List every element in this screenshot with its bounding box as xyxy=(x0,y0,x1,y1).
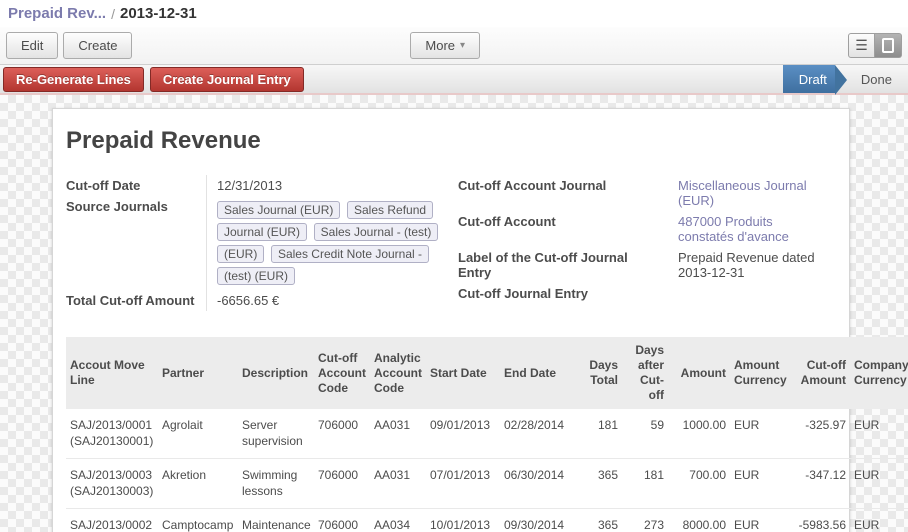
table-cell: 1000.00 xyxy=(668,409,730,459)
table-cell: Swimming lessons xyxy=(238,459,314,509)
cutoff-date-value: 12/31/2013 xyxy=(206,175,458,196)
table-cell: SAJ/2013/0003 (SAJ20130003) xyxy=(66,459,158,509)
regenerate-lines-button[interactable]: Re-Generate Lines xyxy=(3,67,144,92)
source-journals-tags: Sales Journal (EUR) Sales Refund Journal… xyxy=(217,199,452,287)
table-cell: SAJ/2013/0001 (SAJ20130001) xyxy=(66,409,158,459)
table-cell: EUR xyxy=(850,509,908,532)
form-sheet: Prepaid Revenue Cut-off Date 12/31/2013 … xyxy=(52,108,850,532)
cutoff-account-journal-label: Cut-off Account Journal xyxy=(458,175,668,211)
total-cutoff-amount-label: Total Cut-off Amount xyxy=(66,290,206,311)
table-cell: 06/30/2014 xyxy=(500,459,582,509)
chevron-down-icon: ▾ xyxy=(460,41,465,51)
view-switcher: ☰ xyxy=(848,33,902,58)
column-header: Amount xyxy=(668,337,730,409)
form-toolbar: Edit Create More ▾ ☰ xyxy=(0,27,908,64)
breadcrumb-current: 2013-12-31 xyxy=(120,5,197,22)
cutoff-account-journal-link[interactable]: Miscellaneous Journal (EUR) xyxy=(668,175,836,211)
cutoff-lines-table: Accout Move LinePartnerDescriptionCut-of… xyxy=(66,337,908,532)
status-draft-badge: Draft xyxy=(783,65,835,93)
more-button[interactable]: More ▾ xyxy=(410,32,480,59)
breadcrumb: Prepaid Rev... / 2013-12-31 xyxy=(0,0,908,27)
table-cell: -325.97 xyxy=(790,409,850,459)
table-row[interactable]: SAJ/2013/0003 (SAJ20130003)AkretionSwimm… xyxy=(66,459,908,509)
table-cell: EUR xyxy=(850,459,908,509)
content-background: Prepaid Revenue Cut-off Date 12/31/2013 … xyxy=(0,95,908,532)
table-cell: 07/01/2013 xyxy=(426,459,500,509)
table-cell: AA031 xyxy=(370,459,426,509)
table-cell: 273 xyxy=(622,509,668,532)
table-cell: EUR xyxy=(730,459,790,509)
table-cell: 8000.00 xyxy=(668,509,730,532)
column-header: Days Total xyxy=(582,337,622,409)
table-header-row: Accout Move LinePartnerDescriptionCut-of… xyxy=(66,337,908,409)
table-cell: 10/01/2013 xyxy=(426,509,500,532)
column-header: Amount Currency xyxy=(730,337,790,409)
table-cell: 02/28/2014 xyxy=(500,409,582,459)
left-field-group: Cut-off Date 12/31/2013 Source Journals … xyxy=(66,175,458,311)
cutoff-account-link[interactable]: 487000 Produits constatés d'avance xyxy=(668,211,836,247)
table-cell: 09/01/2013 xyxy=(426,409,500,459)
table-cell: 706000 xyxy=(314,509,370,532)
table-cell: 365 xyxy=(582,459,622,509)
cutoff-date-label: Cut-off Date xyxy=(66,175,206,196)
journal-entry-label-label: Label of the Cut-off Journal Entry xyxy=(458,247,668,283)
table-cell: 365 xyxy=(582,509,622,532)
list-view-button[interactable]: ☰ xyxy=(848,33,875,58)
column-header: Accout Move Line xyxy=(66,337,158,409)
column-header: Partner xyxy=(158,337,238,409)
cutoff-journal-entry-label: Cut-off Journal Entry xyxy=(458,283,668,304)
journal-entry-label-value: Prepaid Revenue dated 2013-12-31 xyxy=(668,247,836,283)
table-body: SAJ/2013/0001 (SAJ20130001)AgrolaitServe… xyxy=(66,409,908,532)
table-cell: AA034 xyxy=(370,509,426,532)
breadcrumb-parent-link[interactable]: Prepaid Rev... xyxy=(8,5,106,22)
table-cell: Maintenance contract xyxy=(238,509,314,532)
table-cell: 09/30/2014 xyxy=(500,509,582,532)
more-button-label: More xyxy=(425,38,455,53)
column-header: Company Currency xyxy=(850,337,908,409)
right-field-group: Cut-off Account Journal Miscellaneous Jo… xyxy=(458,175,836,311)
create-journal-entry-button[interactable]: Create Journal Entry xyxy=(150,67,304,92)
table-cell: 706000 xyxy=(314,409,370,459)
page-title: Prepaid Revenue xyxy=(66,127,836,155)
table-cell: 700.00 xyxy=(668,459,730,509)
table-cell: AA031 xyxy=(370,409,426,459)
source-journal-tag: Sales Journal (EUR) xyxy=(217,201,340,219)
table-row[interactable]: SAJ/2013/0001 (SAJ20130001)AgrolaitServe… xyxy=(66,409,908,459)
create-button[interactable]: Create xyxy=(63,32,132,59)
form-view-icon xyxy=(882,38,894,53)
action-statusbar: Re-Generate Lines Create Journal Entry D… xyxy=(0,64,908,95)
table-cell: -5983.56 xyxy=(790,509,850,532)
form-view-button[interactable] xyxy=(875,33,902,58)
table-row[interactable]: SAJ/2013/0002 (SAJ20130002)CamptocampMai… xyxy=(66,509,908,532)
table-cell: Agrolait xyxy=(158,409,238,459)
table-cell: EUR xyxy=(730,409,790,459)
source-journals-label: Source Journals xyxy=(66,196,206,290)
column-header: Description xyxy=(238,337,314,409)
column-header: Cut-off Account Code xyxy=(314,337,370,409)
table-cell: 181 xyxy=(582,409,622,459)
table-cell: EUR xyxy=(850,409,908,459)
list-view-icon: ☰ xyxy=(855,37,868,54)
cutoff-journal-entry-value xyxy=(668,283,836,304)
table-cell: 181 xyxy=(622,459,668,509)
table-cell: Server supervision xyxy=(238,409,314,459)
total-cutoff-amount-value: -6656.65 € xyxy=(206,290,458,311)
table-cell: EUR xyxy=(730,509,790,532)
column-header: Cut-off Amount xyxy=(790,337,850,409)
table-cell: Akretion xyxy=(158,459,238,509)
table-cell: SAJ/2013/0002 (SAJ20130002) xyxy=(66,509,158,532)
cutoff-lines-table-wrap: Accout Move LinePartnerDescriptionCut-of… xyxy=(66,337,836,532)
status-done-label: Done xyxy=(861,72,892,87)
column-header: Analytic Account Code xyxy=(370,337,426,409)
edit-button[interactable]: Edit xyxy=(6,32,58,59)
column-header: Start Date xyxy=(426,337,500,409)
column-header: End Date xyxy=(500,337,582,409)
table-cell: -347.12 xyxy=(790,459,850,509)
breadcrumb-separator: / xyxy=(111,6,115,22)
column-header: Days after Cut-off xyxy=(622,337,668,409)
table-cell: Camptocamp xyxy=(158,509,238,532)
table-cell: 59 xyxy=(622,409,668,459)
cutoff-account-label: Cut-off Account xyxy=(458,211,668,247)
table-cell: 706000 xyxy=(314,459,370,509)
